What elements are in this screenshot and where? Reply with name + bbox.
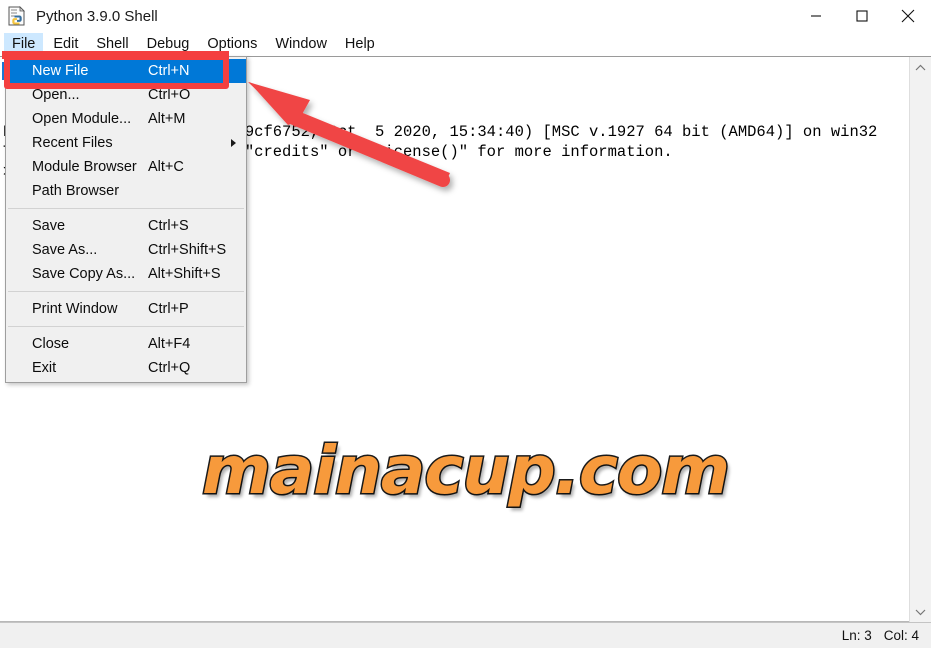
menu-item-label: Exit (32, 360, 57, 376)
menu-item-open-module[interactable]: Open Module... Alt+M (6, 107, 246, 131)
menu-item-exit[interactable]: Exit Ctrl+Q (6, 356, 246, 380)
window-title: Python 3.9.0 Shell (36, 7, 158, 25)
idle-shell-window: Python 3.9.0 Shell File Edit Shell Debug Opt… (0, 0, 931, 648)
window-controls (793, 0, 931, 32)
menubar-item-shell[interactable]: Shell (88, 33, 136, 56)
menu-item-save-copy-as[interactable]: Save Copy As... Alt+Shift+S (6, 262, 246, 286)
menu-separator (8, 291, 244, 292)
menu-item-shortcut: Ctrl+Shift+S (148, 242, 227, 258)
menu-item-label: Recent Files (32, 135, 113, 151)
menubar-item-edit[interactable]: Edit (45, 33, 86, 56)
chevron-down-icon[interactable] (910, 601, 931, 623)
menu-item-label: Open Module... (32, 111, 132, 127)
submenu-arrow-icon (231, 139, 236, 147)
menu-separator (8, 208, 244, 209)
menubar-item-window[interactable]: Window (267, 33, 335, 56)
file-dropdown-menu: New File Ctrl+N Open... Ctrl+O Open Module..… (5, 56, 247, 383)
menubar-item-debug[interactable]: Debug (139, 33, 198, 56)
menu-item-close[interactable]: Close Alt+F4 (6, 332, 246, 356)
idle-python-icon (7, 6, 27, 26)
menubar-item-file[interactable]: File (4, 32, 44, 56)
menu-item-label: Save As... (32, 242, 98, 258)
status-column-number: Col: 4 (883, 628, 919, 643)
menu-item-shortcut: Alt+M (148, 111, 186, 127)
menu-item-recent-files[interactable]: Recent Files (6, 131, 246, 155)
menu-item-shortcut: Alt+F4 (148, 336, 191, 352)
menu-item-shortcut: Ctrl+O (148, 87, 191, 103)
menu-item-open[interactable]: Open... Ctrl+O (6, 83, 246, 107)
menu-item-shortcut: Ctrl+S (148, 218, 189, 234)
menu-item-label: New File (32, 63, 89, 79)
menu-item-label: Open... (32, 87, 80, 103)
menu-item-label: Print Window (32, 301, 118, 317)
close-icon[interactable] (885, 0, 931, 32)
menubar-item-options[interactable]: Options (199, 33, 265, 56)
menu-item-label: Close (32, 336, 70, 352)
chevron-up-icon[interactable] (910, 57, 931, 79)
title-bar: Python 3.9.0 Shell (0, 0, 931, 32)
menu-separator (8, 326, 244, 327)
menu-item-label: Module Browser (32, 159, 137, 175)
menu-item-shortcut: Alt+C (148, 159, 184, 175)
watermark-text: mainacup.com (200, 431, 731, 511)
menu-item-save-as[interactable]: Save As... Ctrl+Shift+S (6, 238, 246, 262)
menu-item-label: Save Copy As... (32, 266, 136, 282)
minimize-icon[interactable] (793, 0, 839, 32)
maximize-icon[interactable] (839, 0, 885, 32)
menu-item-shortcut: Ctrl+Q (148, 360, 191, 376)
menu-item-module-browser[interactable]: Module Browser Alt+C (6, 155, 246, 179)
vertical-scrollbar[interactable] (909, 57, 931, 623)
menu-item-shortcut: Ctrl+N (148, 63, 190, 79)
status-line-number: Ln: 3 (841, 628, 872, 643)
menu-item-shortcut: Alt+Shift+S (148, 266, 221, 282)
menubar-item-help[interactable]: Help (337, 33, 383, 56)
menu-item-new-file[interactable]: New File Ctrl+N (6, 59, 246, 83)
menu-item-print-window[interactable]: Print Window Ctrl+P (6, 297, 246, 321)
menu-item-label: Save (32, 218, 66, 234)
menu-item-shortcut: Ctrl+P (148, 301, 189, 317)
menu-item-save[interactable]: Save Ctrl+S (6, 214, 246, 238)
menu-item-label: Path Browser (32, 183, 120, 199)
status-bar: Ln: 3 Col: 4 (0, 622, 931, 648)
menu-item-path-browser[interactable]: Path Browser (6, 179, 246, 203)
menu-bar: File Edit Shell Debug Options Window Help (0, 32, 931, 56)
